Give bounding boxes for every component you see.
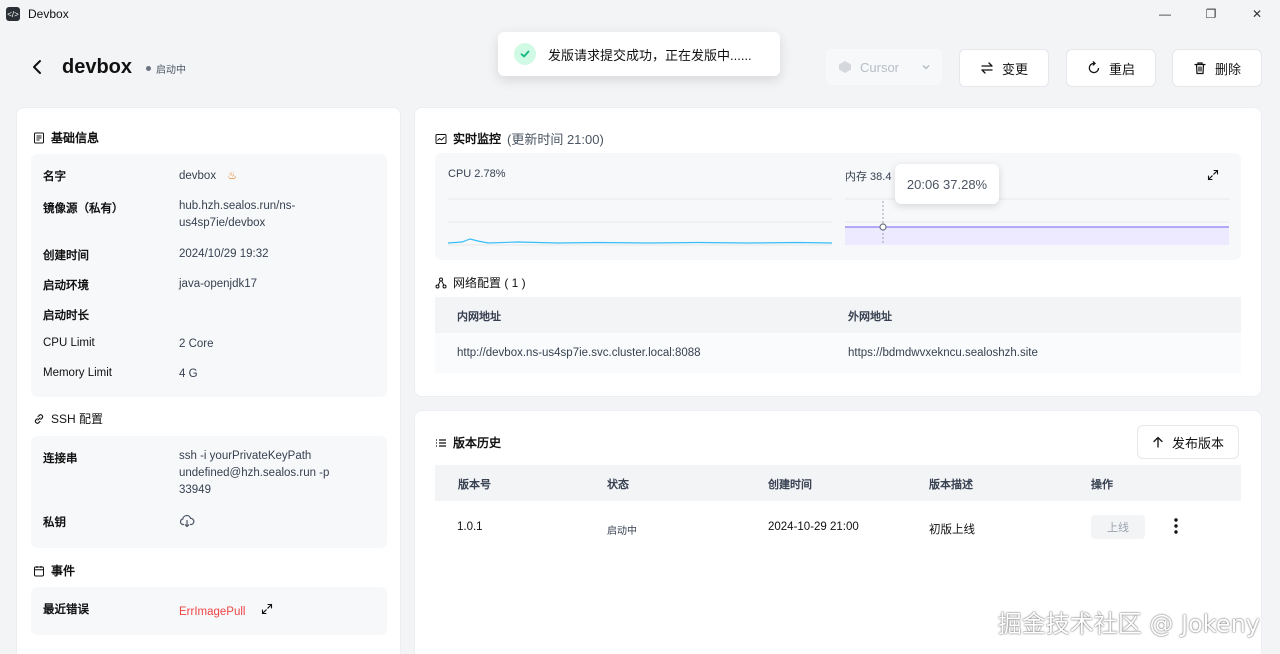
ide-select[interactable]: Cursor [826, 49, 942, 85]
list-icon [436, 438, 446, 447]
status-text: 启动中 [156, 65, 186, 76]
basic-info-title: 基础信息 [33, 129, 99, 146]
restart-icon [1088, 61, 1100, 74]
document-icon [34, 132, 44, 143]
version-header-number: 版本号 [458, 479, 491, 491]
version-header-status: 状态 [607, 479, 629, 491]
delete-button[interactable]: 删除 [1172, 49, 1262, 87]
success-toast: 发版请求提交成功，正在发版中...... [498, 32, 780, 76]
java-icon: ♨ [227, 170, 238, 182]
restore-button[interactable]: ❐ [1188, 0, 1234, 28]
download-cloud-icon[interactable] [179, 514, 359, 534]
status-badge: 启动中 [146, 61, 186, 76]
go-online-button[interactable]: 上线 [1091, 515, 1145, 539]
title-bar: </> Devbox — ❐ ✕ [0, 0, 1280, 28]
cpu-label: CPU 2.78% [448, 168, 506, 180]
internal-address[interactable]: http://devbox.ns-us4sp7ie.svc.cluster.lo… [457, 347, 701, 359]
change-button[interactable]: 变更 [959, 49, 1049, 87]
expand-icon[interactable] [261, 603, 273, 618]
restart-button[interactable]: 重启 [1066, 49, 1156, 87]
watermark: 掘金技术社区 @ Jokeny [997, 610, 1260, 638]
version-created: 2024-10-29 21:00 [768, 521, 859, 533]
events-title: 事件 [33, 562, 75, 579]
field-label-cpu-limit: CPU Limit [43, 337, 95, 349]
basic-info-panel: 名字 devbox ♨ 镜像源（私有） hub.hzh.sealos.run/n… [31, 154, 387, 397]
version-desc: 初版上线 [929, 524, 975, 536]
field-label-memory-limit: Memory Limit [43, 367, 113, 379]
network-table-header: 内网地址 外网地址 [435, 297, 1241, 333]
swap-icon [981, 62, 993, 74]
delete-button-label: 删除 [1214, 61, 1241, 77]
recent-error-value: ErrImagePull [179, 606, 246, 618]
version-table-header: 版本号 状态 创建时间 版本描述 操作 [435, 465, 1241, 501]
network-icon [435, 277, 447, 288]
change-button-label: 变更 [1001, 61, 1028, 77]
toast-message: 发版请求提交成功，正在发版中...... [548, 47, 752, 63]
field-value-created: 2024/10/29 19:32 [179, 248, 269, 260]
trash-icon [1194, 62, 1206, 75]
memory-label: 内存 38.4 [845, 171, 892, 183]
private-key-label: 私钥 [43, 517, 66, 529]
ide-select-label: Cursor [860, 59, 900, 75]
ssh-panel: 连接串 ssh -i yourPrivateKeyPath undefined@… [31, 436, 387, 548]
connection-string-label: 连接串 [43, 453, 78, 465]
status-dot [146, 66, 151, 71]
monitor-title: 实时监控 (更新时间 21:00) [435, 129, 604, 148]
restart-button-label: 重启 [1108, 61, 1135, 77]
field-value-runtime: java-openjdk17 [179, 278, 258, 290]
page-title: devbox [62, 56, 133, 78]
version-status: 启动中 [607, 526, 637, 537]
window-title: Devbox [28, 7, 69, 21]
network-header-external: 外网地址 [848, 311, 892, 323]
field-label-name: 名字 [43, 171, 66, 183]
network-header-internal: 内网地址 [457, 311, 501, 323]
monitor-expand-icon[interactable] [1207, 169, 1219, 184]
devbox-app-icon: </> [6, 7, 20, 21]
version-header-actions: 操作 [1091, 479, 1113, 491]
close-button[interactable]: ✕ [1234, 0, 1280, 28]
field-value-image: hub.hzh.sealos.run/ns-us4sp7ie/devbox [179, 200, 296, 229]
details-card: 基础信息 名字 devbox ♨ 镜像源（私有） hub.hzh.sealos.… [16, 107, 401, 654]
minimize-button[interactable]: — [1142, 0, 1188, 28]
monitor-panel: CPU 2.78% 内存 38.4 [435, 153, 1241, 260]
window-controls: — ❐ ✕ [1142, 0, 1280, 28]
cpu-sparkline [448, 198, 832, 246]
calendar-icon [34, 565, 44, 576]
field-label-created: 创建时间 [43, 250, 89, 262]
recent-error-label: 最近错误 [43, 604, 89, 616]
field-label-uptime: 启动时长 [43, 310, 89, 322]
network-title: 网络配置 ( 1 ) [435, 274, 526, 291]
link-icon [34, 413, 44, 424]
monitor-card: 实时监控 (更新时间 21:00) CPU 2.78% 内存 38.4 网络配置… [414, 107, 1262, 397]
network-table-row: http://devbox.ns-us4sp7ie.svc.cluster.lo… [435, 333, 1241, 373]
connection-string-value[interactable]: ssh -i yourPrivateKeyPath undefined@hzh.… [179, 448, 349, 499]
version-number: 1.0.1 [457, 521, 483, 533]
publish-version-label: 发布版本 [1171, 435, 1224, 451]
monitor-chart-icon [435, 133, 447, 144]
field-label-runtime: 启动环境 [43, 280, 89, 292]
memory-sparkline [845, 198, 1229, 245]
version-history-title: 版本历史 [435, 434, 501, 451]
back-arrow-icon[interactable] [26, 56, 48, 78]
field-label-image: 镜像源（私有） [43, 203, 124, 215]
version-header-desc: 版本描述 [929, 479, 973, 491]
version-row: 1.0.1 启动中 2024-10-29 21:00 初版上线 上线 [435, 501, 1241, 553]
monitor-updated-time: (更新时间 21:00) [507, 132, 604, 147]
cursor-ide-icon [839, 61, 851, 73]
events-panel: 最近错误 ErrImagePull [31, 587, 387, 635]
external-address[interactable]: https://bdmdwvxekncu.sealoshzh.site [848, 347, 1038, 359]
chevron-down-icon [922, 64, 930, 70]
field-value-memory-limit: 4 G [179, 368, 198, 380]
memory-tooltip: 20:06 37.28% [895, 164, 999, 204]
arrow-up-icon [1153, 436, 1163, 448]
ssh-config-title: SSH 配置 [33, 410, 103, 427]
publish-version-button[interactable]: 发布版本 [1137, 425, 1239, 459]
version-header-created: 创建时间 [768, 479, 812, 491]
check-circle-icon [514, 43, 536, 65]
more-vertical-icon[interactable] [1172, 517, 1180, 538]
field-value-name: devbox ♨ [179, 168, 359, 185]
field-value-cpu-limit: 2 Core [179, 338, 214, 350]
